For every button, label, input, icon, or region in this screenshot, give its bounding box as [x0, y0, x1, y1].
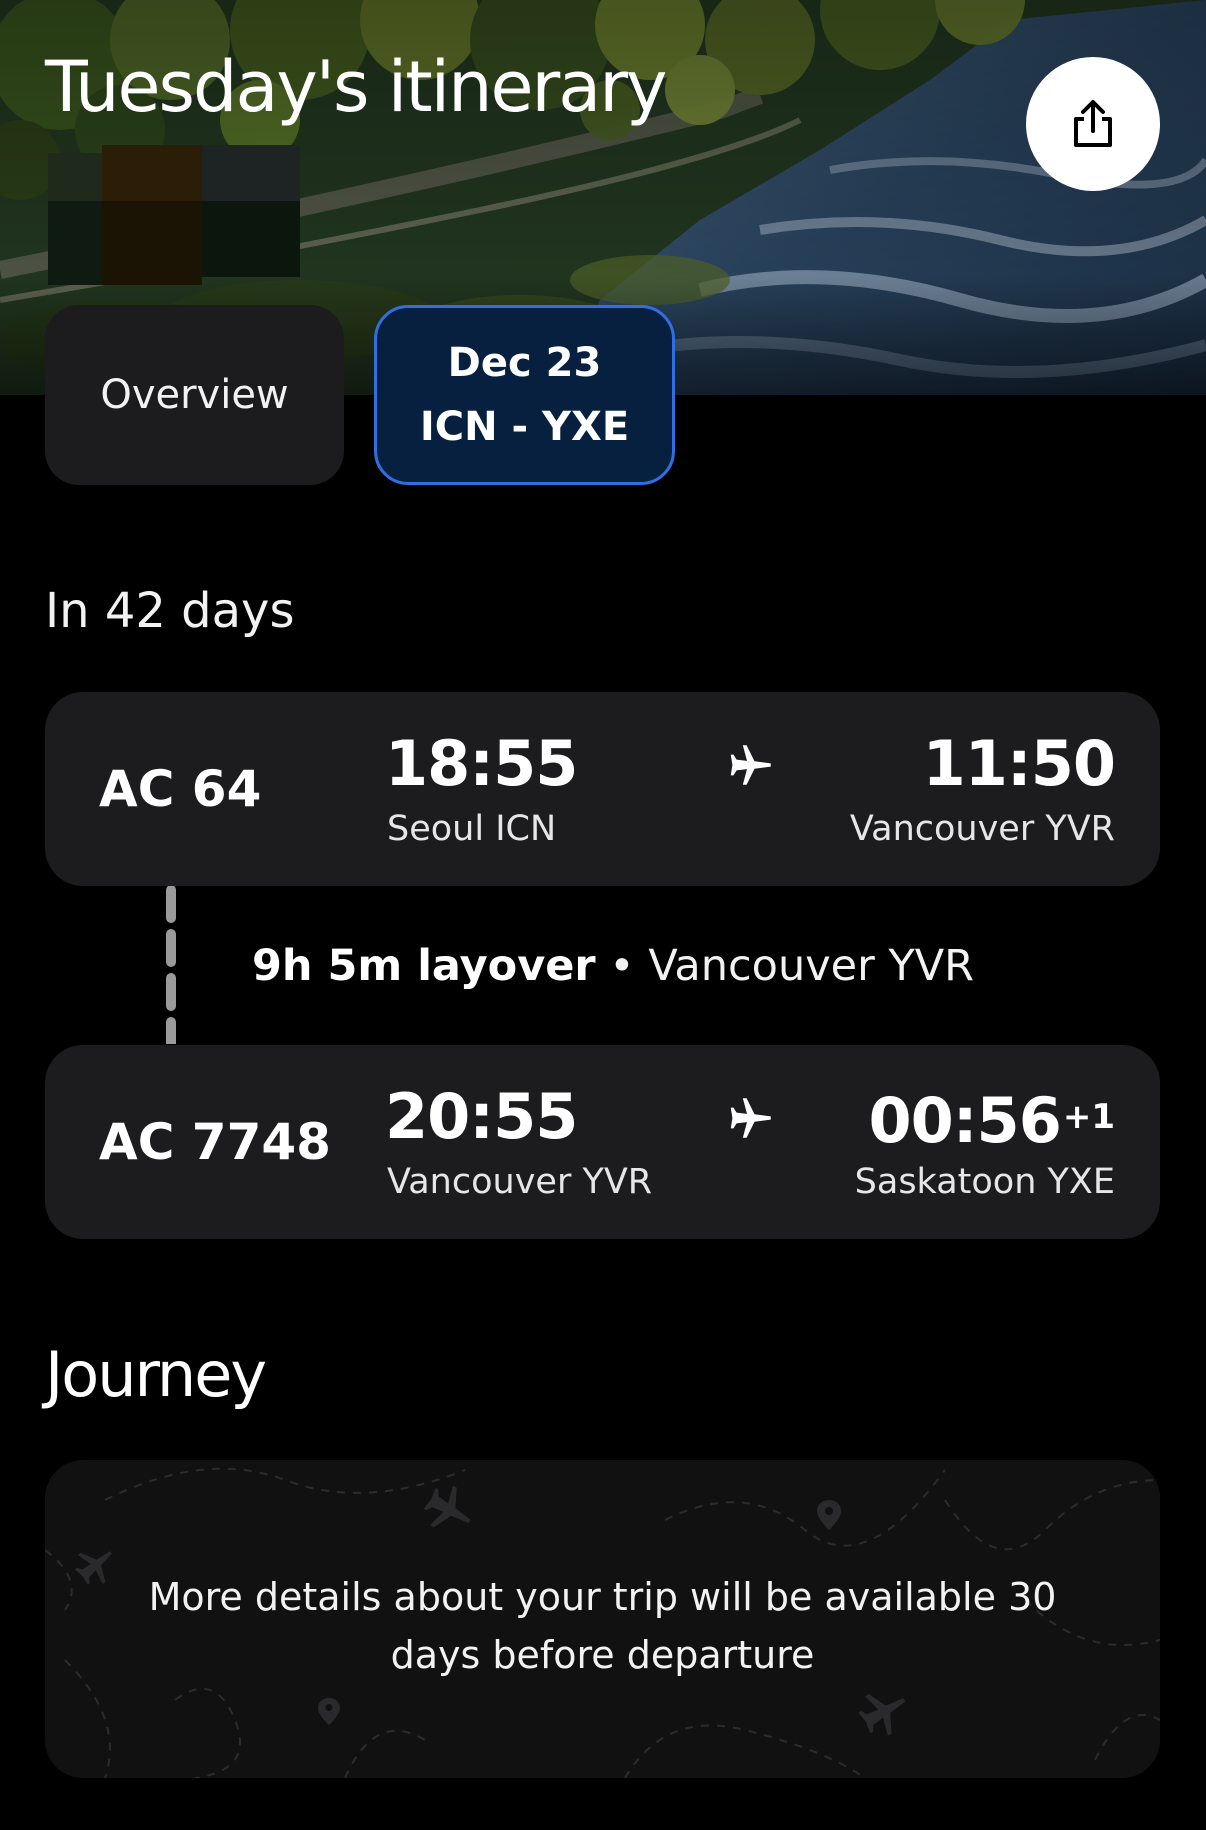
arrival-time: 11:50: [922, 727, 1116, 800]
tab-flight-segment[interactable]: Dec 23 ICN - YXE: [374, 305, 675, 485]
arrival-time-value: 11:50: [922, 727, 1116, 800]
arrival-time: 00:56+1: [868, 1081, 1115, 1157]
departure-countdown: In 42 days: [45, 583, 295, 639]
flight-card-2[interactable]: AC 7748 20:55 Vancouver YVR 00:56+1 Sask…: [45, 1045, 1160, 1239]
flight-number: AC 7748: [99, 1113, 331, 1171]
layover-location: Vancouver YVR: [648, 941, 975, 991]
airplane-icon: [730, 1098, 771, 1138]
departure-time: 20:55: [385, 1080, 578, 1153]
share-button[interactable]: [1026, 57, 1160, 191]
layover-info: 9h 5m layover • Vancouver YVR: [252, 940, 974, 992]
journey-info-card: More details about your trip will be ava…: [45, 1460, 1160, 1778]
layover-connector-line: [166, 886, 176, 1044]
departure-time: 18:55: [385, 727, 578, 800]
tab-overview-label: Overview: [100, 372, 289, 418]
journey-availability-message: More details about your trip will be ava…: [148, 1575, 1057, 1677]
flight-number: AC 64: [99, 760, 262, 818]
layover-duration: 9h 5m layover: [252, 941, 596, 991]
journey-section-title: Journey: [45, 1338, 267, 1411]
arrival-city: Vancouver YVR: [849, 809, 1115, 849]
tab-flight-date: Dec 23: [447, 340, 602, 386]
departure-city: Seoul ICN: [387, 809, 557, 849]
redacted-image: [48, 145, 300, 285]
arrival-time-value: 00:56: [868, 1084, 1061, 1157]
airplane-icon: [730, 745, 771, 785]
layover-separator: •: [595, 941, 649, 991]
departure-city: Vancouver YVR: [387, 1162, 653, 1202]
tab-overview[interactable]: Overview: [45, 305, 344, 485]
tab-flight-route: ICN - YXE: [419, 404, 630, 450]
arrival-city: Saskatoon YXE: [854, 1162, 1115, 1202]
page-title: Tuesday's itinerary: [45, 46, 667, 128]
arrival-day-offset: +1: [1062, 1097, 1115, 1137]
share-icon: [1074, 100, 1112, 147]
flight-card-1[interactable]: AC 64 18:55 Seoul ICN 11:50 Vancouver YV…: [45, 692, 1160, 886]
